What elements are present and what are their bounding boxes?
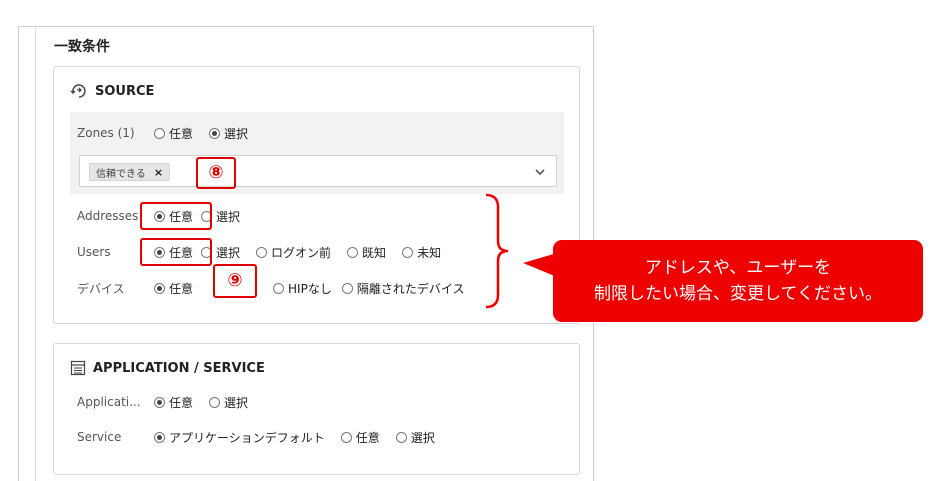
highlight-addresses-any bbox=[140, 202, 212, 230]
radio-icon bbox=[347, 246, 359, 258]
zones-label: Zones (1) bbox=[77, 126, 135, 140]
devices-label: デバイス bbox=[77, 281, 125, 296]
source-title: SOURCE bbox=[95, 83, 155, 99]
radio-icon bbox=[209, 396, 221, 408]
users-option-unknown[interactable]: 未知 bbox=[402, 244, 441, 261]
users-option-prelogon[interactable]: ログオン前 bbox=[256, 244, 331, 261]
radio-selected-icon bbox=[209, 127, 221, 139]
applications-option-select[interactable]: 選択 bbox=[209, 394, 248, 411]
radio-icon bbox=[340, 431, 352, 443]
service-label: Service bbox=[77, 430, 122, 444]
zones-select[interactable]: 信頼できる × bbox=[79, 155, 557, 187]
users-row: Users 任意 選択 ログオン前 既知 未知 bbox=[77, 243, 457, 261]
radio-icon bbox=[154, 127, 165, 139]
application-service-card: APPLICATION / SERVICE Applicati... 任意 選択… bbox=[53, 343, 580, 475]
brace-icon bbox=[485, 193, 509, 309]
devices-option-quarantined[interactable]: 隔離されたデバイス bbox=[341, 280, 464, 297]
applications-label: Applicati... bbox=[77, 395, 141, 409]
source-header: SOURCE bbox=[70, 83, 154, 99]
radio-selected-icon bbox=[154, 396, 165, 408]
zone-tag-remove-icon[interactable]: × bbox=[154, 166, 163, 179]
service-option-any[interactable]: 任意 bbox=[340, 429, 380, 446]
application-service-header: APPLICATION / SERVICE bbox=[70, 360, 265, 376]
zones-option-select[interactable]: 選択 bbox=[209, 125, 248, 142]
radio-icon bbox=[256, 246, 268, 258]
callout-line-1: アドレスや、ユーザーを bbox=[644, 258, 832, 278]
zones-option-any[interactable]: 任意 bbox=[154, 125, 193, 142]
callout-note: アドレスや、ユーザーを 制限したい場合、変更してください。 bbox=[553, 240, 923, 322]
service-option-app-default[interactable]: アプリケーションデフォルト bbox=[154, 429, 325, 446]
radio-icon bbox=[273, 282, 285, 294]
source-icon bbox=[70, 83, 88, 99]
zones-row: Zones (1) 任意 選択 bbox=[77, 124, 264, 142]
radio-icon bbox=[402, 246, 414, 258]
chevron-down-icon[interactable] bbox=[534, 166, 546, 181]
applications-option-any[interactable]: 任意 bbox=[154, 394, 193, 411]
users-option-known[interactable]: 既知 bbox=[347, 244, 386, 261]
devices-option-no-hip[interactable]: HIPなし bbox=[273, 280, 332, 297]
marker-8: ⑧ bbox=[196, 157, 236, 189]
section-title: 一致条件 bbox=[54, 39, 110, 55]
application-service-title: APPLICATION / SERVICE bbox=[93, 360, 265, 376]
service-row: Service アプリケーションデフォルト 任意 選択 bbox=[77, 428, 451, 446]
radio-selected-icon bbox=[154, 431, 165, 443]
panel-rail bbox=[35, 26, 36, 481]
callout-pointer-icon bbox=[523, 253, 557, 277]
service-option-select[interactable]: 選択 bbox=[395, 429, 435, 446]
zone-tag: 信頼できる × bbox=[89, 163, 171, 181]
radio-icon bbox=[395, 431, 407, 443]
highlight-users-any bbox=[140, 238, 212, 266]
radio-selected-icon bbox=[154, 282, 165, 294]
applications-row: Applicati... 任意 選択 bbox=[77, 393, 264, 411]
marker-9: ⑨ bbox=[213, 264, 257, 298]
devices-row: デバイス 任意 HIPなし 隔離されたデバイス bbox=[77, 279, 480, 297]
zone-tag-label: 信頼できる bbox=[96, 168, 146, 180]
callout-line-2: 制限したい場合、変更してください。 bbox=[594, 284, 882, 304]
devices-option-any[interactable]: 任意 bbox=[154, 280, 193, 297]
radio-icon bbox=[341, 282, 353, 294]
list-icon bbox=[70, 360, 86, 376]
